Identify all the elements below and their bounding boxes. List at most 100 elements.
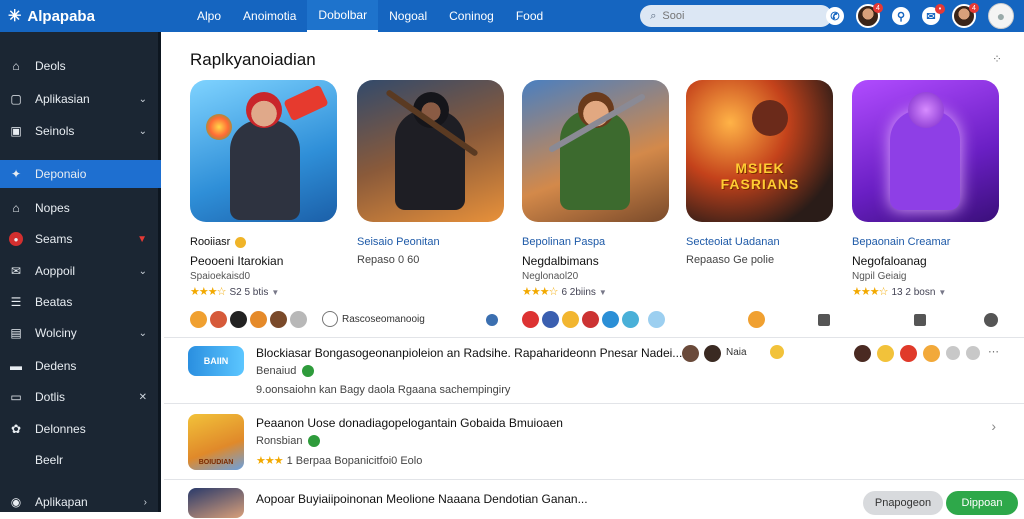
sidebar-item-seinols[interactable]: ▣ Seinols ⌄ [0, 117, 161, 145]
search-bar[interactable]: ⌕ [640, 5, 833, 27]
list-item-meta: ★★★ 1 Berpaa Bopanicitfoi0 Eolo [256, 455, 423, 467]
share-icon[interactable] [486, 314, 498, 326]
chat-icon[interactable]: ✆ [826, 7, 844, 25]
star-rating-icon: ★★★ [256, 455, 284, 467]
search-icon: ⌕ [650, 9, 657, 22]
emoji-icon[interactable] [877, 345, 894, 362]
tab-dobolbar[interactable]: Dobolbar [307, 0, 379, 32]
tab-anoimotia[interactable]: Anoimotia [232, 0, 307, 32]
reactor-avatar[interactable] [622, 311, 639, 328]
app-logo[interactable]: ✳ Alpapaba [8, 6, 168, 26]
app-card[interactable]: Bepaonain Creamar Negofaloanag Ngpil Gei… [852, 80, 1000, 298]
save-icon[interactable] [818, 314, 830, 326]
reactor-avatar[interactable] [290, 311, 307, 328]
game-logo-text: MSIEK FASRIANS [720, 160, 800, 192]
sidebar-item-deponaio[interactable]: ✦ Deponaio [0, 160, 161, 188]
reactor-avatar[interactable] [210, 311, 227, 328]
app-name: Alpapaba [27, 7, 95, 25]
reactor-avatar[interactable] [682, 345, 699, 362]
search-input[interactable] [662, 10, 813, 22]
emoji-icon[interactable] [923, 345, 940, 362]
reactor-avatar[interactable] [704, 345, 721, 362]
close-icon: ✕ [138, 391, 147, 403]
reactor-avatar[interactable] [190, 311, 207, 328]
app-card[interactable]: Bepolinan Paspa Negdalbimans Neglonaol20… [522, 80, 670, 298]
app-name: Rooiiasr [190, 236, 338, 248]
sidebar-item-nopes[interactable]: ⌂ Nopes [0, 194, 161, 222]
chevron-down-icon: ⌄ [138, 125, 147, 137]
sidebar-item-label: Aoppoil [35, 264, 76, 278]
avatar-notification[interactable]: 4 [952, 3, 979, 28]
reactor-avatar[interactable] [230, 311, 247, 328]
reactor-avatar[interactable] [522, 311, 539, 328]
chevron-right-icon[interactable]: › [991, 418, 996, 434]
reactor-avatar[interactable] [562, 311, 579, 328]
app-name: Bepolinan Paspa [522, 236, 606, 248]
emoji-icon[interactable] [900, 345, 917, 362]
app-rating[interactable]: ★★★☆ S2 5 btis ▼ [190, 285, 338, 298]
chevron-down-icon: ⌄ [138, 327, 147, 339]
sidebar-item-label: Beatas [35, 295, 73, 309]
tab-alpo[interactable]: Alpo [186, 0, 232, 32]
verified-icon [308, 435, 321, 447]
list-item[interactable]: BAIIN Blockiasar Bongasogeonanpioleion a… [164, 337, 1024, 403]
grid-dots-icon[interactable]: ⁘ [992, 52, 1002, 66]
notification-icon[interactable]: ✉ • [922, 4, 945, 25]
image-icon[interactable] [914, 314, 926, 326]
emoji-icon[interactable] [770, 345, 784, 359]
mail-icon: ✉ [10, 264, 22, 278]
sidebar-item-seams[interactable]: ● Seams ▼ [0, 225, 161, 253]
reactor-avatar[interactable] [542, 311, 559, 328]
reactor-avatar[interactable] [648, 311, 665, 328]
sidebar-item-aplikasian[interactable]: ▢ Aplikasian ⌄ [0, 85, 161, 113]
secondary-button[interactable]: Pnapogeon [863, 491, 943, 515]
app-card[interactable]: Rooiiasr Peooeni Itarokian Spaioekaisd0 … [190, 80, 338, 298]
app-artwork: MSIEK FASRIANS [686, 80, 833, 222]
reactor-avatar[interactable] [250, 311, 267, 328]
more-icon[interactable] [984, 313, 998, 327]
chevron-down-icon: ▼ [137, 233, 147, 245]
sidebar-item-aoppoil[interactable]: ✉ Aoppoil ⌄ [0, 257, 161, 285]
search-user-icon[interactable]: ⚲ [892, 7, 910, 25]
emoji-icon[interactable] [966, 346, 980, 360]
sidebar-item-label: Beelr [35, 453, 64, 467]
reactor-avatar[interactable] [854, 345, 871, 362]
list-item[interactable]: Aopoar Buyiaiipoinonan Meolione Naaana D… [164, 479, 1024, 519]
app-subtitle: Peooeni Itarokian [190, 254, 284, 268]
tab-nogoal[interactable]: Nogoal [378, 0, 438, 32]
tab-coninog[interactable]: Coninog [438, 0, 505, 32]
sidebar-item-delonnes[interactable]: ✿ Delonnes [0, 415, 161, 443]
sidebar-item-deols[interactable]: ⌂ Deols [0, 52, 161, 80]
sidebar-item-dedens[interactable]: ▬ Dedens [0, 352, 161, 380]
sidebar-item-wolciny[interactable]: ▤ Wolciny ⌄ [0, 319, 161, 347]
sidebar-item-label: Dotlis [35, 390, 66, 404]
avatar-notification[interactable]: 4 [856, 3, 883, 28]
reactor-avatar[interactable] [582, 311, 599, 328]
sidebar-item-dotlis[interactable]: ▭ Dotlis ✕ [0, 383, 161, 411]
app-rating[interactable]: ★★★☆ 13 2 bosn ▼ [852, 285, 1000, 298]
more-icon[interactable]: ⋯ [988, 345, 999, 358]
app-card[interactable]: Seisaio Peonitan Repaso 0 60 [357, 80, 505, 266]
list-item-title: Aopoar Buyiaiipoinonan Meolione Naaana D… [256, 492, 588, 506]
sidebar-item-beelr[interactable]: Beelr [0, 446, 161, 474]
home-icon: ⌂ [12, 59, 20, 73]
app-rating[interactable]: ★★★☆ 6 2biins ▼ [522, 285, 670, 298]
app-meta: Spaioekaisd0 [190, 271, 251, 282]
reactor-avatar[interactable] [602, 311, 619, 328]
tab-food[interactable]: Food [505, 0, 554, 32]
primary-button[interactable]: Dippoan [946, 491, 1018, 515]
chevron-down-icon: ▼ [938, 288, 947, 297]
reactor-avatar[interactable] [270, 311, 287, 328]
app-thumbnail [188, 488, 244, 518]
sidebar-item-beatas[interactable]: ☰ Beatas [0, 288, 161, 316]
list-item[interactable]: BOIUDIAN Peaanon Uose donadiagopeloganta… [164, 403, 1024, 479]
profile-avatar[interactable]: ● [988, 3, 1014, 29]
verified-icon [235, 236, 247, 248]
reaction-label: Rascoseomanooig [342, 314, 425, 325]
book-icon: ▤ [10, 326, 22, 340]
app-card[interactable]: MSIEK FASRIANS Secteoiat Uadanan Repaaso… [686, 80, 834, 266]
refresh-icon[interactable] [322, 311, 338, 327]
emoji-icon[interactable] [946, 346, 960, 360]
top-nav: Alpo Anoimotia Dobolbar Nogoal Coninog F… [186, 0, 554, 32]
emoji-reaction-icon[interactable] [748, 311, 765, 328]
